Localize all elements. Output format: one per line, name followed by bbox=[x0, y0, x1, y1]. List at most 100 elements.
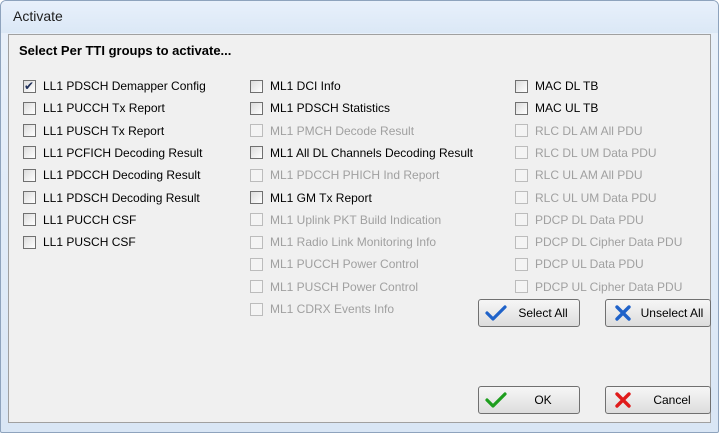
checkbox-item[interactable]: ML1 PDSCH Statistics bbox=[250, 99, 390, 117]
checkbox-label: MAC UL TB bbox=[535, 101, 599, 116]
checkbox-item[interactable]: LL1 PCFICH Decoding Result bbox=[23, 144, 202, 162]
checkbox[interactable] bbox=[250, 191, 263, 204]
select-all-label: Select All bbox=[518, 306, 568, 320]
select-all-button[interactable]: Select All bbox=[478, 299, 580, 327]
checkbox[interactable] bbox=[23, 213, 36, 227]
checkbox[interactable]: ✔ bbox=[23, 78, 36, 93]
checkbox-item: RLC UL AM All PDU bbox=[515, 166, 643, 184]
checkbox-item: ML1 PDCCH PHICH Ind Report bbox=[250, 166, 439, 184]
checkbox bbox=[515, 168, 528, 182]
checkbox-item[interactable]: LL1 PUCCH Tx Report bbox=[23, 99, 165, 117]
checkbox[interactable] bbox=[23, 191, 36, 204]
checkbox[interactable] bbox=[23, 101, 36, 115]
checkbox-item[interactable]: MAC UL TB bbox=[515, 99, 598, 117]
checkbox-label: ML1 PMCH Decode Result bbox=[270, 123, 415, 138]
checkbox-label: LL1 PCFICH Decoding Result bbox=[43, 145, 203, 160]
checkbox-item[interactable]: LL1 PDCCH Decoding Result bbox=[23, 166, 200, 184]
green-check-icon bbox=[485, 391, 507, 409]
checkbox bbox=[515, 124, 528, 138]
checkbox-item: PDCP DL Cipher Data PDU bbox=[515, 233, 682, 251]
checkbox bbox=[250, 168, 263, 182]
cancel-label: Cancel bbox=[653, 393, 691, 407]
blue-check-icon bbox=[485, 304, 507, 322]
checkbox-item[interactable]: LL1 PUSCH CSF bbox=[23, 233, 136, 251]
checkbox bbox=[250, 302, 263, 316]
checkbox-label: ML1 GM Tx Report bbox=[270, 190, 372, 205]
checkbox-label: ML1 PUCCH Power Control bbox=[270, 257, 419, 272]
unselect-all-label: Unselect All bbox=[640, 306, 704, 320]
checkbox-label: LL1 PUCCH CSF bbox=[43, 212, 137, 227]
checkbox-label: ML1 PUSCH Power Control bbox=[270, 279, 419, 294]
checkbox-label: ML1 PDCCH PHICH Ind Report bbox=[270, 168, 440, 183]
blue-x-icon bbox=[612, 304, 634, 322]
checkbox-item[interactable]: ML1 DCI Info bbox=[250, 77, 341, 95]
unselect-all-button[interactable]: Unselect All bbox=[605, 299, 711, 327]
checkbox bbox=[515, 146, 528, 160]
checkbox-label: ML1 PDSCH Statistics bbox=[270, 101, 391, 116]
checkbox bbox=[250, 213, 263, 227]
checkbox-label: MAC DL TB bbox=[535, 79, 599, 93]
checkbox-label: ML1 All DL Channels Decoding Result bbox=[270, 145, 473, 160]
red-x-icon bbox=[612, 391, 634, 409]
checkbox-label: LL1 PDSCH Decoding Result bbox=[43, 190, 200, 205]
checkbox[interactable] bbox=[250, 146, 263, 160]
checkbox[interactable] bbox=[23, 235, 36, 249]
ok-button[interactable]: OK bbox=[478, 386, 580, 414]
checkbox bbox=[515, 257, 528, 271]
checkbox-item: ML1 PUCCH Power Control bbox=[250, 255, 419, 273]
checkbox bbox=[250, 280, 263, 294]
checkbox bbox=[515, 235, 528, 249]
checkbox-item: RLC DL AM All PDU bbox=[515, 122, 643, 140]
checkbox-item: ML1 PMCH Decode Result bbox=[250, 122, 414, 140]
checkbox-item[interactable]: ✔ LL1 PDSCH Demapper Config bbox=[23, 77, 206, 95]
group-header: Select Per TTI groups to activate... bbox=[19, 43, 232, 58]
checkbox-item: RLC UL UM Data PDU bbox=[515, 189, 657, 207]
checkbox-item: ML1 Uplink PKT Build Indication bbox=[250, 211, 441, 229]
checkbox-item[interactable]: ML1 All DL Channels Decoding Result bbox=[250, 144, 473, 162]
checkbox-label: LL1 PUSCH CSF bbox=[43, 235, 136, 250]
checkbox-label: LL1 PUCCH Tx Report bbox=[43, 101, 165, 116]
checkbox-item[interactable]: LL1 PUSCH Tx Report bbox=[23, 122, 164, 140]
checkbox[interactable] bbox=[250, 79, 263, 93]
checkbox-label: ML1 DCI Info bbox=[270, 79, 341, 93]
checkbox[interactable] bbox=[23, 124, 36, 138]
checkbox-item[interactable]: MAC DL TB bbox=[515, 77, 598, 95]
checkbox-item[interactable]: ML1 GM Tx Report bbox=[250, 189, 372, 207]
checkbox-item: ML1 CDRX Events Info bbox=[250, 300, 394, 318]
checkbox-label: LL1 PDCCH Decoding Result bbox=[43, 168, 201, 183]
checkbox[interactable] bbox=[23, 168, 36, 182]
checkbox bbox=[250, 124, 263, 138]
checkbox bbox=[515, 213, 528, 227]
ok-label: OK bbox=[534, 393, 552, 407]
checkbox-item: PDCP DL Data PDU bbox=[515, 211, 644, 229]
checkmark-icon: ✔ bbox=[24, 78, 35, 93]
checkbox-label: LL1 PDSCH Demapper Config bbox=[43, 79, 206, 93]
checkbox-item[interactable]: LL1 PDSCH Decoding Result bbox=[23, 189, 200, 207]
checkbox-label: RLC UL AM All PDU bbox=[535, 168, 643, 183]
checkbox-label: LL1 PUSCH Tx Report bbox=[43, 123, 165, 138]
checkbox-label: PDCP UL Cipher Data PDU bbox=[535, 279, 683, 294]
dialog-body: Select Per TTI groups to activate... ✔ LL… bbox=[8, 34, 711, 423]
checkbox[interactable] bbox=[23, 146, 36, 160]
checkbox-item: PDCP UL Cipher Data PDU bbox=[515, 278, 682, 296]
checkbox-label: PDCP UL Data PDU bbox=[535, 257, 644, 272]
title-bar: Activate bbox=[1, 1, 718, 33]
checkbox-item: ML1 Radio Link Monitoring Info bbox=[250, 233, 436, 251]
checkbox-item: RLC DL UM Data PDU bbox=[515, 144, 657, 162]
checkbox-label: RLC DL AM All PDU bbox=[535, 123, 643, 138]
checkbox[interactable] bbox=[515, 79, 528, 93]
checkbox[interactable] bbox=[250, 101, 263, 115]
cancel-button[interactable]: Cancel bbox=[605, 386, 711, 414]
checkbox bbox=[515, 280, 528, 294]
checkbox-label: ML1 CDRX Events Info bbox=[270, 302, 395, 316]
checkbox-label: PDCP DL Data PDU bbox=[535, 212, 644, 227]
window-title: Activate bbox=[13, 8, 63, 24]
activate-dialog: Activate Select Per TTI groups to activa… bbox=[0, 0, 719, 433]
checkbox-label: ML1 Radio Link Monitoring Info bbox=[270, 235, 437, 250]
checkbox bbox=[250, 235, 263, 249]
checkbox-item: ML1 PUSCH Power Control bbox=[250, 278, 418, 296]
checkbox[interactable] bbox=[515, 101, 528, 115]
checkbox-label: PDCP DL Cipher Data PDU bbox=[535, 235, 683, 250]
checkbox bbox=[250, 257, 263, 271]
checkbox-item[interactable]: LL1 PUCCH CSF bbox=[23, 211, 136, 229]
